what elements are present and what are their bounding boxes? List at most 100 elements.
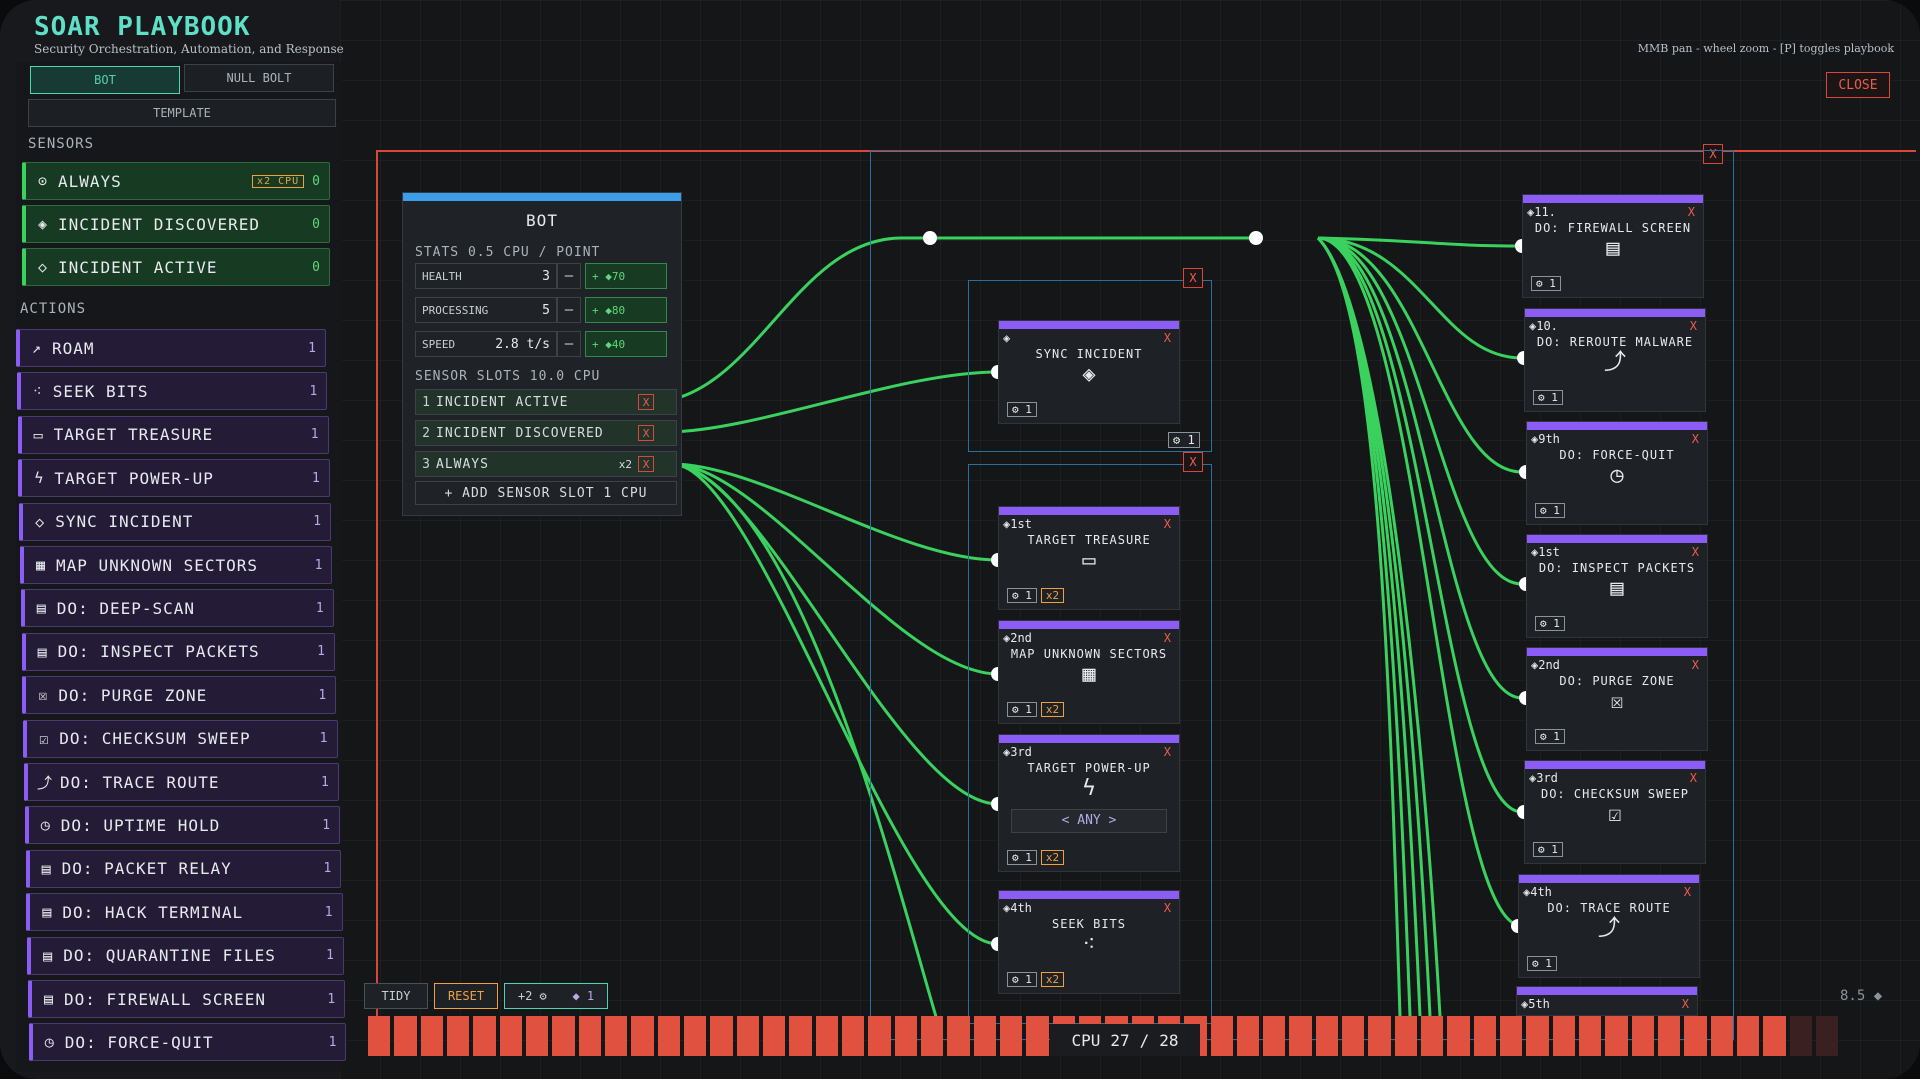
node-close-icon[interactable]: X xyxy=(1692,658,1699,672)
node-bar xyxy=(1525,309,1705,317)
action-item[interactable]: ☒ DO: PURGE ZONE 1 xyxy=(22,676,337,715)
node-cost-chip: ⚙ 1 xyxy=(1007,972,1037,987)
action-item[interactable]: ▤ DO: QUARANTINE FILES 1 xyxy=(27,936,344,975)
remove-slot-icon[interactable]: X xyxy=(638,456,654,472)
action-item[interactable]: ◇ SYNC INCIDENT 1 xyxy=(19,502,332,541)
node-bar xyxy=(1519,875,1699,883)
target-selector[interactable]: < ANY > xyxy=(1011,809,1167,833)
action-item[interactable]: ▤ DO: INSPECT PACKETS 1 xyxy=(21,632,335,671)
action-node[interactable]: ◈ 11. X DO: FIREWALL SCREEN ▤ ⚙ 1 xyxy=(1522,194,1704,298)
sensor-item[interactable]: ⊙ ALWAYS x2 CPU 0 xyxy=(22,162,330,200)
action-node[interactable]: ◈ 3rd X DO: CHECKSUM SWEEP ☑ ⚙ 1 xyxy=(1524,760,1706,864)
sensor-slot[interactable]: 1 INCIDENT ACTIVE X xyxy=(415,389,677,415)
add-sensor-slot-button[interactable]: + ADD SENSOR SLOT 1 CPU xyxy=(415,481,677,505)
action-item[interactable]: ϟ TARGET POWER-UP 1 xyxy=(18,459,330,498)
stat-decrease-button[interactable]: – xyxy=(557,263,581,289)
node-gear-icon: ◈ xyxy=(1531,658,1539,672)
stat-decrease-button[interactable]: – xyxy=(557,297,581,323)
cpu-segment xyxy=(947,1016,970,1056)
node-close-icon[interactable]: X xyxy=(1690,319,1697,333)
action-item[interactable]: ↗ ROAM 1 xyxy=(16,329,326,367)
close-button[interactable]: CLOSE xyxy=(1826,72,1890,98)
action-node[interactable]: ◈ 9th X DO: FORCE-QUIT ◷ ⚙ 1 xyxy=(1526,421,1708,525)
cpu-segment xyxy=(1289,1016,1312,1056)
node-icon: ☒ xyxy=(1610,689,1624,714)
node-title: TARGET POWER-UP xyxy=(1027,761,1151,775)
sensor-slot[interactable]: 2 INCIDENT DISCOVERED X xyxy=(415,420,677,446)
action-node[interactable]: ◈ 2nd X DO: PURGE ZONE ☒ ⚙ 1 xyxy=(1526,647,1708,751)
action-item[interactable]: ▦ MAP UNKNOWN SECTORS 1 xyxy=(20,546,333,584)
tidy-button[interactable]: TIDY xyxy=(364,983,428,1009)
cpu-multiplier-badge: x2 CPU xyxy=(252,174,305,188)
node-close-icon[interactable]: X xyxy=(1164,901,1171,915)
diamond-dot-icon: ◈ xyxy=(37,215,49,233)
cpu-segment xyxy=(973,1016,996,1056)
sensor-item[interactable]: ◈ INCIDENT DISCOVERED 0 xyxy=(22,205,330,243)
cpu-chip-icon: ⚙ xyxy=(1538,843,1552,856)
node-close-icon[interactable]: X xyxy=(1692,432,1699,446)
sensor-item[interactable]: ◇ INCIDENT ACTIVE 0 xyxy=(22,248,330,286)
tab-null-bolt[interactable]: NULL BOLT xyxy=(184,64,334,92)
reset-button[interactable]: RESET xyxy=(434,983,498,1009)
node-close-icon[interactable]: X xyxy=(1164,331,1171,345)
action-item[interactable]: ▤ DO: PACKET RELAY 1 xyxy=(25,849,342,888)
cpu-chip-icon: ⚙ xyxy=(1012,973,1026,986)
action-node[interactable]: ◈ 5th X xyxy=(1516,986,1698,1016)
action-node[interactable]: ◈ 1st X TARGET TREASURE ▭ ⚙ 1 x2 xyxy=(998,506,1180,610)
clipboard-icon: ▤ xyxy=(41,859,52,878)
clipboard-route-icon: ⤴ xyxy=(36,773,53,792)
action-item[interactable]: ⁖ SEEK BITS 1 xyxy=(16,372,328,411)
action-node[interactable]: ◈ 10. X DO: REROUTE MALWARE ⤴ ⚙ 1 xyxy=(1524,308,1706,412)
node-bar xyxy=(1527,535,1707,543)
node-footer: ⚙ 1 xyxy=(1535,503,1565,518)
action-node[interactable]: ◈ 3rd X TARGET POWER-UP ϟ < ANY > ⚙ 1 x2 xyxy=(998,734,1180,872)
action-node[interactable]: ◈ X SYNC INCIDENT ◈ ⚙ 1 xyxy=(998,320,1180,424)
action-label: DO: CHECKSUM SWEEP xyxy=(59,729,251,749)
tab-template[interactable]: TEMPLATE xyxy=(28,99,336,127)
action-item[interactable]: ▤ DO: FIREWALL SCREEN 1 xyxy=(28,980,346,1018)
node-footer: ⚙ 1 xyxy=(1533,390,1563,405)
action-node[interactable]: ◈ 4th X SEEK BITS ⁖ ⚙ 1 x2 xyxy=(998,890,1180,994)
chest-icon: ▭ xyxy=(33,425,44,444)
sensor-slot[interactable]: 3 ALWAYS x2 X xyxy=(415,451,677,477)
stat-increase-button[interactable]: + ◆80 xyxy=(585,297,667,323)
cpu-segment xyxy=(841,1016,865,1056)
cpu-segment xyxy=(1026,1016,1049,1056)
stat-decrease-button[interactable]: – xyxy=(557,331,581,357)
action-item[interactable]: ◷ DO: UPTIME HOLD 1 xyxy=(24,806,341,845)
node-close-icon[interactable]: X xyxy=(1164,745,1171,759)
action-item[interactable]: ◷ DO: FORCE-QUIT 1 xyxy=(28,1023,347,1062)
node-close-icon[interactable]: X xyxy=(1164,517,1171,531)
stat-name: HEALTH xyxy=(422,269,462,283)
action-node[interactable]: ◈ 4th X DO: TRACE ROUTE ⤴ ⚙ 1 xyxy=(1518,874,1700,978)
node-title: DO: INSPECT PACKETS xyxy=(1538,561,1696,575)
priority-group-close-icon[interactable]: X xyxy=(1183,452,1203,472)
action-item[interactable]: ⤴ DO: TRACE ROUTE 1 xyxy=(24,763,339,801)
node-close-icon[interactable]: X xyxy=(1684,885,1691,899)
clipboard-icon: ▤ xyxy=(36,599,47,618)
cpu-segment xyxy=(1605,1016,1628,1056)
tab-bot[interactable]: BOT xyxy=(30,66,180,94)
action-item[interactable]: ☑ DO: CHECKSUM SWEEP 1 xyxy=(23,719,338,758)
node-close-icon[interactable]: X xyxy=(1692,545,1699,559)
action-node[interactable]: ◈ 2nd X MAP UNKNOWN SECTORS ▦ ⚙ 1 x2 xyxy=(998,620,1180,724)
node-title: SEEK BITS xyxy=(1051,917,1127,931)
cpu-chip-icon: ⚙ xyxy=(1532,957,1546,970)
node-close-icon[interactable]: X xyxy=(1682,997,1689,1011)
bot-node[interactable]: BOT STATS 0.5 CPU / POINT HEALTH 3– + ◆70 P… xyxy=(402,192,682,516)
node-close-icon[interactable]: X xyxy=(1690,771,1697,785)
stat-increase-button[interactable]: + ◆70 xyxy=(585,263,667,289)
node-close-icon[interactable]: X xyxy=(1164,631,1171,645)
action-item[interactable]: ▤ DO: DEEP-SCAN 1 xyxy=(20,589,334,628)
remove-slot-icon[interactable]: X xyxy=(638,425,654,441)
sync-group-close-icon[interactable]: X xyxy=(1183,268,1203,288)
stat-row: PROCESSING 5– + ◆80 xyxy=(415,297,675,323)
action-item[interactable]: ▭ TARGET TREASURE 1 xyxy=(17,415,329,454)
cpu-chip-icon: ⚙ xyxy=(1173,433,1188,447)
remove-slot-icon[interactable]: X xyxy=(638,394,654,410)
action-item[interactable]: ▤ DO: HACK TERMINAL 1 xyxy=(26,893,343,932)
action-node[interactable]: ◈ 1st X DO: INSPECT PACKETS ▤ ⚙ 1 xyxy=(1526,534,1708,638)
node-close-icon[interactable]: X xyxy=(1688,205,1695,219)
cpu-segment xyxy=(868,1016,891,1056)
stat-increase-button[interactable]: + ◆40 xyxy=(585,331,667,357)
